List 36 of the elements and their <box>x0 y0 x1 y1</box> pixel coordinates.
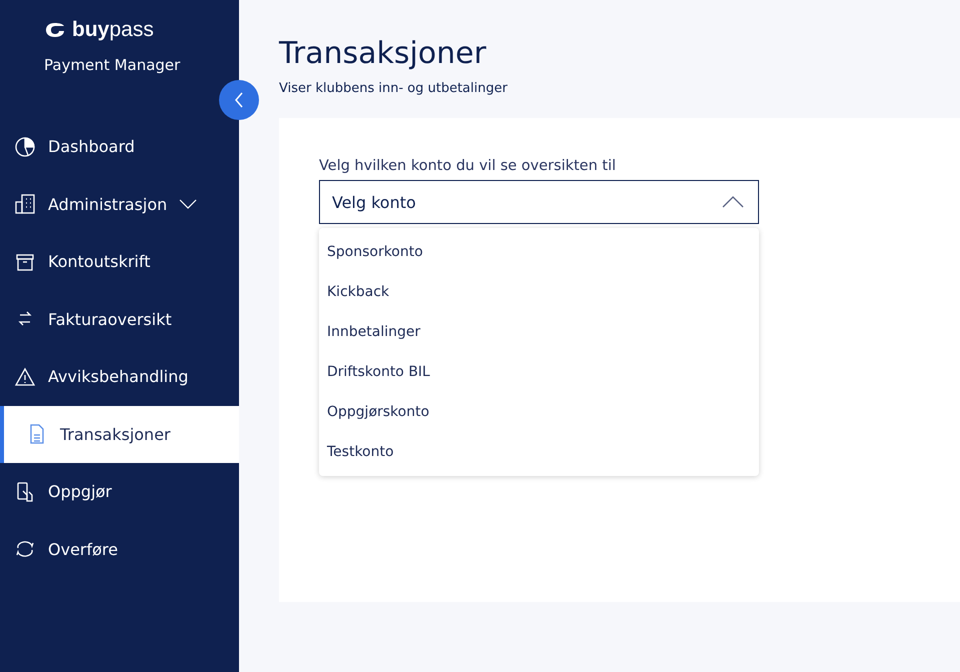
nav-item[interactable]: Kontoutskrift <box>0 233 239 290</box>
page-title: Transaksjoner <box>279 36 488 71</box>
nav-item-label: Kontoutskrift <box>48 252 150 272</box>
logo-icon <box>44 21 66 39</box>
nav-item[interactable]: Avviksbehandling <box>0 348 239 406</box>
nav-item[interactable]: Fakturaoversikt <box>0 290 239 348</box>
chevron-icon <box>233 91 245 109</box>
nav-item[interactable]: Overføre <box>0 520 239 578</box>
nav-item-label: Fakturaoversikt <box>48 310 172 329</box>
account-select[interactable]: Velg konto <box>319 180 759 224</box>
nav-item-label: Transaksjoner <box>60 424 170 444</box>
nav-item[interactable]: Administrasjon <box>0 176 239 233</box>
dropdown-option[interactable]: Testkonto <box>319 432 759 472</box>
chevron-icon <box>722 196 744 208</box>
collapse-sidebar-button[interactable] <box>219 80 259 120</box>
nav-item-label: Administrasjon <box>48 194 168 214</box>
page-subtitle: Viser klubbens inn- og utbetalinger <box>279 81 508 96</box>
nav-item-label: Dashboard <box>48 137 135 156</box>
select-label: Velg hvilken konto du vil se oversikten til <box>319 158 617 174</box>
dropdown-option[interactable]: Kickback <box>319 272 759 312</box>
dropdown-option[interactable]: Sponsorkonto <box>319 232 759 272</box>
nav-item[interactable]: Oppgjør <box>0 463 239 520</box>
chevron-icon[interactable] <box>179 199 198 210</box>
dropdown-option[interactable]: Innbetalinger <box>319 312 759 352</box>
product-name: Payment Manager <box>44 56 182 74</box>
nav-item[interactable]: Dashboard <box>0 118 239 176</box>
nav-item-label: Oppgjør <box>48 482 112 502</box>
logo-text: buypass <box>72 18 154 42</box>
dropdown-option[interactable]: Driftskonto BIL <box>319 352 759 392</box>
pie-chart-icon <box>14 136 36 158</box>
nav-item[interactable]: Transaksjoner <box>0 406 239 463</box>
building-icon <box>14 193 36 216</box>
nav-item-label: Overføre <box>48 540 118 559</box>
nav-item-label: Avviksbehandling <box>48 367 188 386</box>
warning-icon <box>14 366 36 388</box>
dropdown-option[interactable]: Oppgjørskonto <box>319 392 759 432</box>
